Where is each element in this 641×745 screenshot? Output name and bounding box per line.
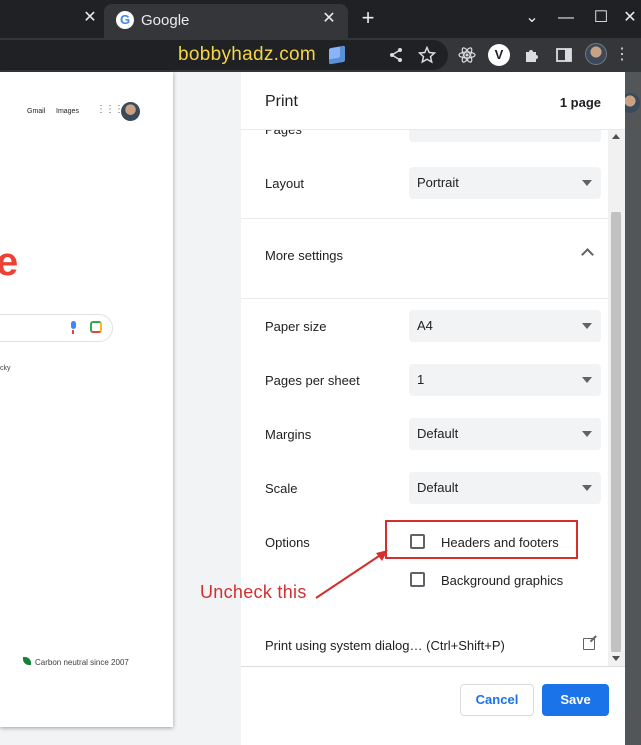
- preview-avatar: [121, 102, 140, 121]
- chrome-menu-icon[interactable]: ⋮: [614, 44, 630, 66]
- address-bar-text: bobbyhadz.com: [178, 44, 317, 65]
- google-favicon-icon: G: [116, 11, 134, 29]
- more-settings-toggle[interactable]: More settings: [265, 248, 343, 263]
- extensions-puzzle-icon[interactable]: [523, 46, 541, 64]
- react-devtools-icon[interactable]: [458, 46, 476, 64]
- caret-down-icon: [582, 323, 592, 329]
- page-count: 1 page: [559, 95, 601, 110]
- scrollbar-thumb[interactable]: [611, 212, 621, 652]
- preview-gmail-link: Gmail: [27, 108, 46, 115]
- paper-size-select-value: A4: [417, 318, 433, 333]
- save-button[interactable]: Save: [542, 684, 609, 716]
- annotation-highlight-box: [385, 520, 578, 559]
- new-tab-button[interactable]: +: [356, 6, 380, 30]
- section-divider: [241, 218, 608, 219]
- preview-mic-icon: [69, 321, 77, 334]
- paper-size-label: Paper size: [265, 319, 327, 334]
- print-settings-panel: Pages All Print 1 page Layout Portrait M…: [241, 72, 625, 745]
- margins-select[interactable]: Default: [409, 418, 601, 450]
- preview-images-link: Images: [56, 108, 79, 115]
- preview-lucky-text: cky: [0, 365, 11, 372]
- paper-size-select[interactable]: A4: [409, 310, 601, 342]
- right-background-strip: [625, 72, 641, 745]
- scroll-down-arrow-icon[interactable]: [612, 656, 620, 661]
- pages-per-sheet-select[interactable]: 1: [409, 364, 601, 396]
- margins-select-value: Default: [417, 426, 459, 441]
- annotation-text: Uncheck this: [200, 582, 307, 602]
- minimize-icon[interactable]: —: [555, 6, 577, 30]
- background-graphics-checkbox[interactable]: [410, 572, 425, 587]
- caret-down-icon: [582, 180, 592, 186]
- annotation-arrow-icon: [315, 550, 388, 599]
- share-icon[interactable]: [387, 46, 405, 64]
- print-panel-header: Print 1 page: [241, 72, 625, 130]
- layout-select-value: Portrait: [417, 175, 459, 190]
- layout-select[interactable]: Portrait: [409, 167, 601, 199]
- print-title: Print: [265, 93, 298, 110]
- scale-select-value: Default: [417, 480, 459, 495]
- side-panel-icon[interactable]: [555, 46, 573, 64]
- active-tab[interactable]: G Google ✕: [104, 4, 348, 38]
- vimium-extension-icon[interactable]: V: [488, 44, 510, 66]
- caret-down-icon: [582, 377, 592, 383]
- background-graphics-label[interactable]: Background graphics: [441, 573, 563, 588]
- open-external-icon[interactable]: [583, 638, 595, 650]
- window-close-icon[interactable]: ✕: [619, 6, 641, 30]
- preview-carbon-text: Carbon neutral since 2007: [35, 658, 129, 667]
- preview-google-logo-fragment: e: [0, 240, 19, 284]
- scale-label: Scale: [265, 481, 298, 496]
- address-bar[interactable]: bobbyhadz.com: [0, 40, 448, 70]
- previous-tab-close-icon[interactable]: ✕: [80, 8, 100, 28]
- scroll-up-arrow-icon[interactable]: [612, 134, 620, 139]
- preview-apps-grid-icon: ⋮⋮⋮: [96, 104, 124, 115]
- layout-label: Layout: [265, 176, 305, 191]
- tab-search-icon[interactable]: ⌄: [521, 6, 543, 30]
- bookmark-star-icon[interactable]: [417, 45, 437, 64]
- pages-per-sheet-select-value: 1: [417, 372, 425, 387]
- section-divider: [241, 298, 608, 299]
- maximize-icon[interactable]: ☐: [590, 6, 612, 30]
- tab-title: Google: [141, 12, 190, 29]
- pages-per-sheet-label: Pages per sheet: [265, 373, 360, 388]
- cube-emoji-icon: [329, 45, 345, 65]
- preview-leaf-icon: [23, 657, 31, 665]
- tab-bar: ✕ G Google ✕ + ⌄ — ☐ ✕: [0, 0, 641, 38]
- chevron-up-icon[interactable]: [581, 248, 595, 258]
- browser-toolbar: bobbyhadz.com V ⋮: [0, 38, 641, 72]
- margins-label: Margins: [265, 427, 312, 442]
- print-panel-footer: Cancel Save: [241, 666, 625, 745]
- print-preview-page: Gmail Images ⋮⋮⋮ e cky Carbon neutral si…: [0, 72, 173, 727]
- caret-down-icon: [582, 431, 592, 437]
- caret-down-icon: [582, 485, 592, 491]
- scale-select[interactable]: Default: [409, 472, 601, 504]
- cancel-button[interactable]: Cancel: [460, 684, 534, 716]
- preview-lens-icon: [90, 321, 102, 333]
- system-dialog-link[interactable]: Print using system dialog… (Ctrl+Shift+P…: [265, 638, 505, 653]
- profile-avatar[interactable]: [585, 43, 607, 65]
- tab-close-icon[interactable]: ✕: [318, 8, 340, 30]
